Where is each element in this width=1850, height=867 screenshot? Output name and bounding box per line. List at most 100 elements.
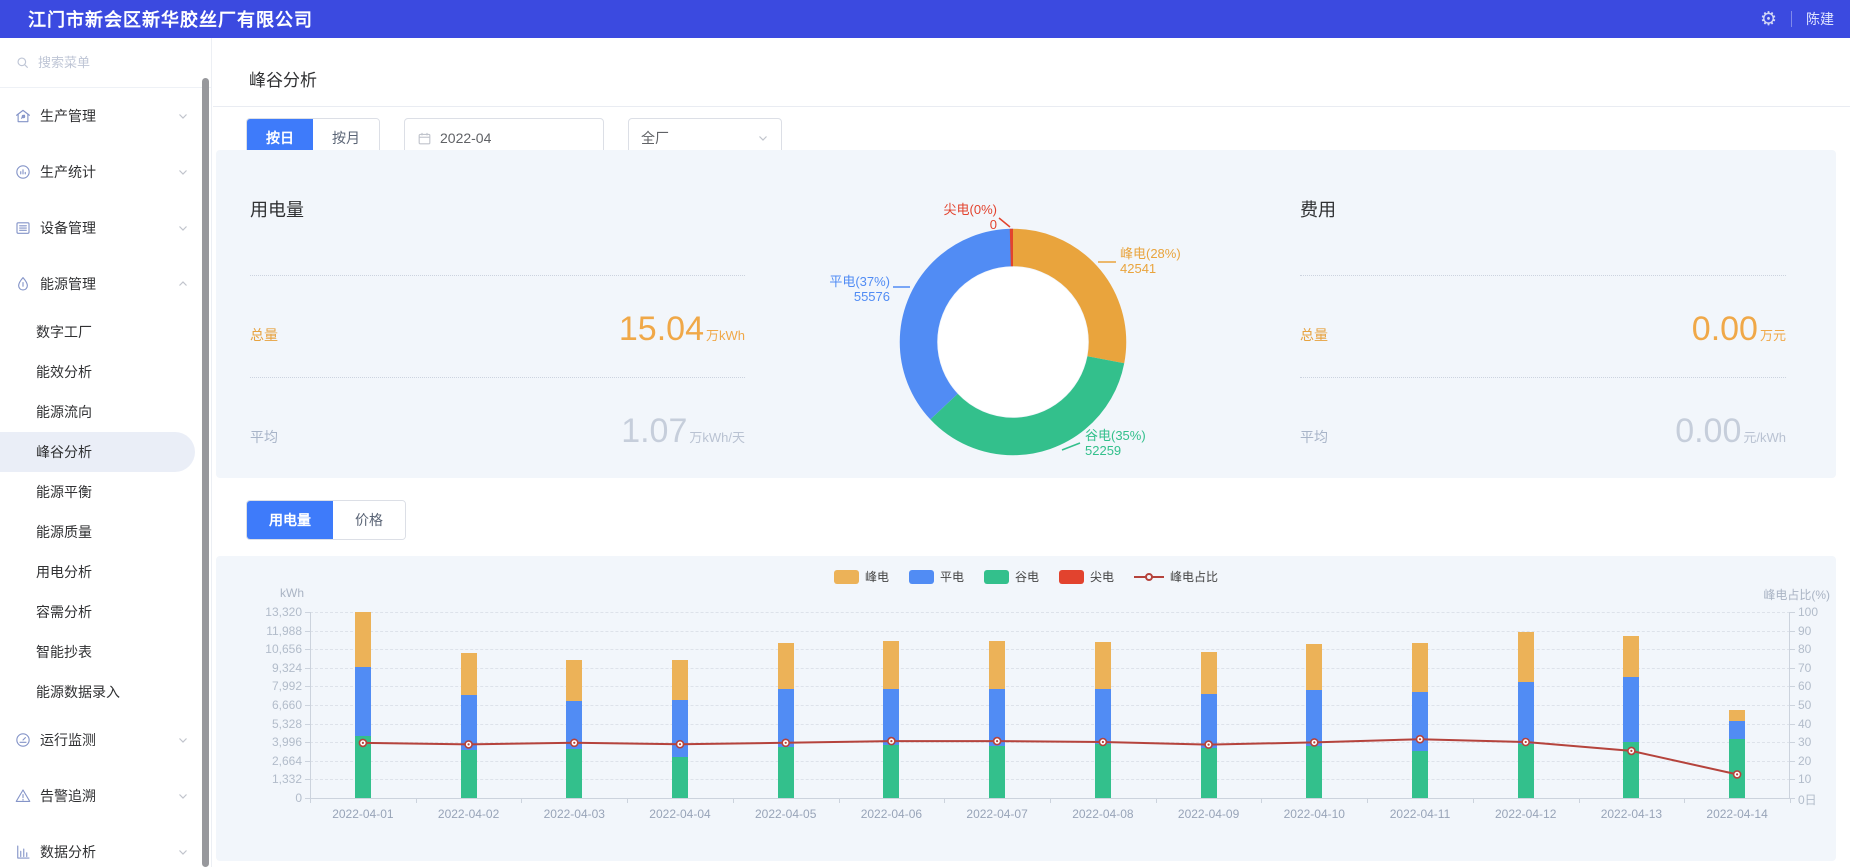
y2-axis-tick (1790, 742, 1795, 743)
cost-total-value: 0.00 (1692, 310, 1758, 349)
page-title: 峰谷分析 (249, 66, 317, 91)
y-axis-tick-label: 7,992 (232, 679, 302, 693)
legend-item-valley[interactable]: 谷电 (984, 568, 1039, 585)
chevron-down-icon (177, 166, 189, 178)
search-input[interactable] (38, 55, 178, 70)
factory-icon (14, 107, 32, 125)
x-axis-label: 2022-04-12 (1478, 807, 1574, 821)
sidebar-subitem-energy-data-entry[interactable]: 能源数据录入 (0, 672, 211, 712)
donut-label-peak: 峰电(28%)42541 (1120, 246, 1181, 276)
y-axis-tick-label: 6,660 (232, 698, 302, 712)
legend-item-peak-ratio[interactable]: 峰电占比 (1134, 568, 1218, 585)
legend-label: 平电 (940, 568, 964, 585)
sidebar-item-production-management[interactable]: 生产管理 (0, 88, 211, 144)
legend-item-sharp[interactable]: 尖电 (1059, 568, 1114, 585)
sidebar-subitem-peak-valley-analysis[interactable]: 峰谷分析 (0, 432, 195, 472)
legend-label: 峰电占比 (1170, 568, 1218, 585)
y-axis-tick-label: 0 (232, 791, 302, 805)
total-label: 总量 (1300, 325, 1328, 345)
x-axis-tick (944, 798, 945, 803)
legend-item-peak[interactable]: 峰电 (834, 568, 889, 585)
donut-leader-valley (1062, 443, 1080, 450)
y2-axis-tick-label: 100 (1798, 605, 1818, 619)
y-axis-tick-label: 9,324 (232, 661, 302, 675)
electricity-avg-value: 1.07 (621, 412, 687, 451)
sidebar-item-energy-management[interactable]: 能源管理 (0, 256, 211, 312)
x-axis-tick (627, 798, 628, 803)
line-marker-dot (1208, 744, 1210, 746)
sidebar-subitem-capacity-demand-analysis[interactable]: 容需分析 (0, 592, 211, 632)
sidebar-subitem-energy-quality[interactable]: 能源质量 (0, 512, 211, 552)
sidebar-subitem-smart-meter-reading[interactable]: 智能抄表 (0, 632, 211, 672)
sidebar-subitem-digital-factory[interactable]: 数字工厂 (0, 312, 211, 352)
tab-electricity[interactable]: 用电量 (247, 501, 333, 539)
cost-summary: 费用 总量 0.00 万元 平均 0.00 元/kWh (1300, 150, 1786, 478)
chevron-down-icon (757, 132, 769, 144)
y2-axis-tick (1790, 649, 1795, 650)
sidebar-item-label: 设备管理 (40, 218, 96, 238)
settings-gear-icon[interactable]: ⚙ (1760, 10, 1777, 29)
bar-line-chart[interactable] (310, 612, 1790, 798)
y2-axis-tick-label: 0日 (1798, 791, 1817, 808)
sidebar-subitem-energy-flow[interactable]: 能源流向 (0, 392, 211, 432)
y2-axis-tick-label: 60 (1798, 679, 1811, 693)
legend-swatch-icon (834, 570, 859, 584)
chevron-down-icon (177, 846, 189, 858)
y-axis-tick-label: 2,664 (232, 754, 302, 768)
y-axis-tick-label: 10,656 (232, 642, 302, 656)
x-axis-label: 2022-04-09 (1161, 807, 1257, 821)
sidebar-subitem-electricity-analysis[interactable]: 用电分析 (0, 552, 211, 592)
x-axis-tick (1156, 798, 1157, 803)
y-axis-tick-label: 3,996 (232, 735, 302, 749)
x-axis-tick (733, 798, 734, 803)
summary-card: 用电量 总量 15.04 万kWh 平均 1.07 万kWh/天 峰电(28%)… (216, 150, 1836, 478)
electricity-total-unit: 万kWh (706, 325, 745, 344)
sidebar-item-equipment-management[interactable]: 设备管理 (0, 200, 211, 256)
month-picker-value: 2022-04 (440, 130, 491, 146)
divider (1300, 275, 1786, 276)
sidebar-item-data-analysis[interactable]: 数据分析 (0, 824, 211, 867)
search-icon (16, 56, 30, 70)
sidebar-item-label: 运行监测 (40, 730, 96, 750)
sidebar-item-operation-monitoring[interactable]: 运行监测 (0, 712, 211, 768)
line-marker-dot (468, 743, 470, 745)
y2-axis-tick (1790, 668, 1795, 669)
cost-avg-value: 0.00 (1675, 412, 1741, 451)
line-marker-dot (996, 740, 998, 742)
line-marker-dot (1630, 750, 1632, 752)
sidebar-scrollbar[interactable] (202, 78, 209, 867)
electricity-summary: 用电量 总量 15.04 万kWh 平均 1.07 万kWh/天 (250, 150, 745, 478)
x-axis-tick (1579, 798, 1580, 803)
y2-axis-tick-label: 10 (1798, 772, 1811, 786)
legend-item-flat[interactable]: 平电 (909, 568, 964, 585)
monitor-icon (14, 731, 32, 749)
device-icon (14, 219, 32, 237)
app-header: 江门市新会区新华胶丝厂有限公司 ⚙ 陈建 (0, 0, 1850, 38)
legend-label: 峰电 (865, 568, 889, 585)
y2-axis-tick-label: 70 (1798, 661, 1811, 675)
sidebar-item-production-statistics[interactable]: 生产统计 (0, 144, 211, 200)
y2-axis-tick (1790, 631, 1795, 632)
x-axis-tick (416, 798, 417, 803)
title-divider (213, 106, 1850, 107)
sidebar-item-alarm-tracing[interactable]: 告警追溯 (0, 768, 211, 824)
legend-swatch-icon (1059, 570, 1084, 584)
line-marker-dot (1525, 741, 1527, 743)
cost-total-unit: 万元 (1760, 325, 1786, 344)
line-marker-dot (1419, 738, 1421, 740)
calendar-icon (417, 131, 432, 146)
user-name[interactable]: 陈建 (1806, 9, 1834, 29)
sidebar-menu: 生产管理生产统计设备管理能源管理数字工厂能效分析能源流向峰谷分析能源平衡能源质量… (0, 88, 211, 867)
sidebar-subitem-energy-balance[interactable]: 能源平衡 (0, 472, 211, 512)
sidebar-item-label: 能源管理 (40, 274, 96, 294)
line-marker-dot (679, 743, 681, 745)
line-marker-dot (890, 740, 892, 742)
tab-price[interactable]: 价格 (333, 501, 405, 539)
sidebar-subitem-energy-efficiency-analysis[interactable]: 能效分析 (0, 352, 211, 392)
legend-swatch-icon (984, 570, 1009, 584)
chart-tabs: 用电量 价格 (246, 500, 406, 540)
donut-label-flat: 平电(37%)55576 (800, 274, 890, 304)
x-axis-tick (1050, 798, 1051, 803)
y2-axis-tick-label: 40 (1798, 717, 1811, 731)
peak-valley-donut-chart[interactable] (790, 190, 1240, 490)
